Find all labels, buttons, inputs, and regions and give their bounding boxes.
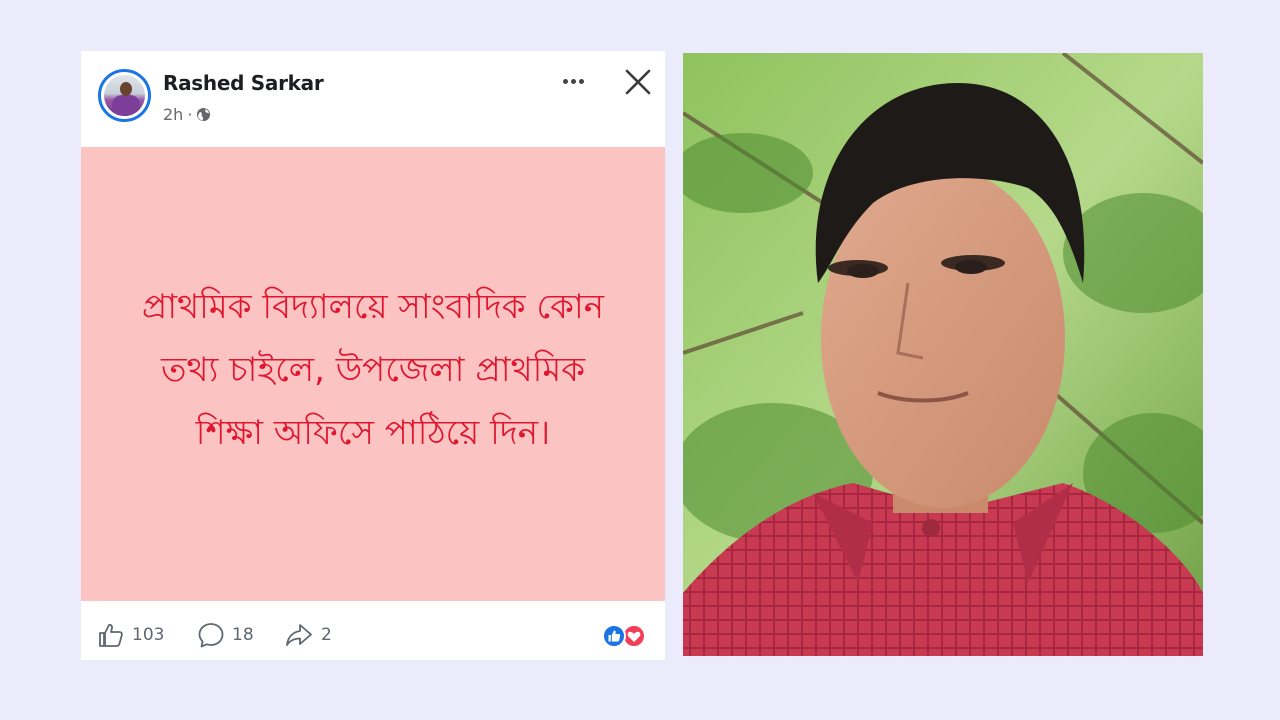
avatar-photo (104, 75, 145, 116)
post-background: প্রাথমিক বিদ্যালয়ে সাংবাদিক কোন তথ্য চা… (81, 147, 665, 601)
author-name[interactable]: Rashed Sarkar (163, 71, 324, 95)
profile-photo (683, 53, 1203, 656)
post-footer (81, 601, 665, 660)
post-meta: 2h · (163, 105, 211, 124)
close-icon[interactable] (621, 65, 655, 99)
comment-button[interactable]: 18 (197, 621, 254, 649)
meta-separator: · (187, 105, 193, 124)
like-button[interactable]: 103 (97, 621, 164, 649)
share-count: 2 (321, 625, 332, 645)
reaction-icons[interactable] (601, 623, 649, 649)
more-options-icon[interactable] (559, 67, 587, 95)
like-reaction-icon (602, 624, 626, 648)
post-header: Rashed Sarkar 2h · (81, 51, 665, 147)
comment-bubble-icon (198, 623, 224, 648)
share-arrow-icon (286, 624, 312, 646)
post-card: Rashed Sarkar 2h · প্রাথমিক বিদ্যালয়ে স… (81, 51, 665, 660)
love-reaction-icon (622, 624, 646, 648)
like-count: 103 (132, 625, 165, 645)
post-time[interactable]: 2h (163, 105, 183, 124)
post-text: প্রাথমিক বিদ্যালয়ে সাংবাদিক কোন তথ্য চা… (141, 286, 605, 453)
avatar[interactable] (98, 69, 151, 122)
comment-count: 18 (232, 625, 254, 645)
share-button[interactable]: 2 (284, 621, 332, 649)
globe-icon[interactable] (196, 107, 211, 122)
thumbs-up-icon (99, 623, 123, 647)
